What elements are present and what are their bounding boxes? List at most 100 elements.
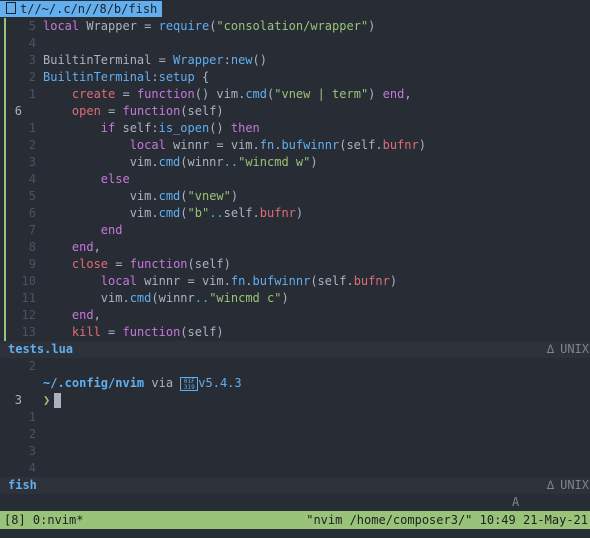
- code-line[interactable]: 13 kill = function(self): [0, 324, 590, 341]
- code-token: bufnr: [382, 138, 419, 152]
- code-token: end: [71, 240, 94, 254]
- code-token: cmd: [158, 206, 181, 220]
- code-token: (self): [180, 325, 224, 339]
- code-token: end: [382, 87, 405, 101]
- code-token: (self.: [310, 274, 354, 288]
- code-token: local: [100, 274, 137, 288]
- code-line[interactable]: 10 local winnr = vim.fn.bufwinnr(self.bu…: [0, 273, 590, 290]
- lua-icon: 01F 319: [180, 376, 199, 391]
- command-line[interactable]: A: [0, 494, 590, 511]
- code-line[interactable]: 4 else: [0, 171, 590, 188]
- code-line[interactable]: 3 BuiltinTerminal = Wrapper:new(): [0, 52, 590, 69]
- code-token: function: [129, 257, 188, 271]
- code-token: (): [209, 121, 231, 135]
- code-text: kill = function(self): [43, 324, 224, 341]
- code-line[interactable]: 2 BuiltinTerminal:setup {: [0, 69, 590, 86]
- code-token: BuiltinTerminal =: [43, 53, 174, 67]
- code-token: BuiltinTerminal: [43, 70, 152, 84]
- terminal-pane[interactable]: 2 ~/.config/nvim via 01F 319 v5.4.3 3 ❯ 1 2 3 4: [0, 358, 590, 477]
- code-token: ..: [194, 291, 210, 305]
- code-line[interactable]: 11 vim.cmd(winnr.."wincmd c"): [0, 290, 590, 307]
- code-text: BuiltinTerminal = Wrapper:new(): [43, 52, 267, 69]
- code-token: "b": [187, 206, 210, 220]
- code-token: cmd: [129, 291, 152, 305]
- code-line[interactable]: 6 vim.cmd("b"..self.bufnr): [0, 205, 590, 222]
- line-number: 2: [28, 427, 36, 441]
- code-text: if self:is_open() then: [43, 120, 260, 137]
- tmux-window-list[interactable]: [8] 0:nvim*: [4, 511, 83, 529]
- line-number: 11: [21, 291, 36, 305]
- delta-icon: ∆: [546, 342, 555, 356]
- code-line[interactable]: 6 open = function(self): [0, 103, 590, 120]
- tab-active[interactable]: t//~/.c/n//8/b/fish: [0, 1, 162, 17]
- code-token: self:: [115, 121, 159, 135]
- code-token: .: [245, 274, 253, 288]
- line-number: 1: [28, 410, 36, 424]
- fileformat-label: UNIX: [560, 478, 589, 492]
- statusline-filename: tests.lua: [8, 342, 74, 356]
- code-token: local: [43, 19, 80, 33]
- code-token: cmd: [245, 87, 268, 101]
- code-token: "vnew": [187, 189, 231, 203]
- code-token: if: [100, 121, 116, 135]
- code-line[interactable]: 8 end,: [0, 239, 590, 256]
- code-token: () vim.: [194, 87, 246, 101]
- prompt-arrow-icon: ❯: [43, 393, 51, 407]
- code-token: ..: [209, 206, 224, 220]
- code-token: end: [100, 223, 123, 237]
- line-number: 4: [28, 461, 36, 475]
- terminal-line: 4: [0, 460, 590, 477]
- code-token: {: [194, 70, 210, 84]
- line-number: 3: [28, 53, 36, 67]
- code-token: open: [71, 104, 101, 118]
- code-line[interactable]: 5 local Wrapper = require("consolation/wr…: [0, 18, 590, 35]
- code-token: =: [100, 104, 123, 118]
- code-token: bufnr: [353, 274, 390, 288]
- editor-pane[interactable]: 5 local Wrapper = require("consolation/wr…: [0, 18, 590, 341]
- code-line[interactable]: 4: [0, 35, 590, 52]
- code-line[interactable]: 9 close = function(self): [0, 256, 590, 273]
- code-text: open = function(self): [43, 103, 224, 120]
- code-text: vim.cmd(winnr.."wincmd c"): [43, 290, 289, 307]
- code-token: =: [100, 325, 123, 339]
- code-line[interactable]: 2 local winnr = vim.fn.bufwinnr(self.buf…: [0, 137, 590, 154]
- code-line[interactable]: 7 end: [0, 222, 590, 239]
- code-token: winnr = vim.: [165, 138, 260, 152]
- code-token: ): [230, 189, 239, 203]
- code-text: vim.cmd("vnew"): [43, 188, 238, 205]
- code-token: =: [108, 257, 130, 271]
- code-token: function: [122, 325, 181, 339]
- shell-input-line[interactable]: 3 ❯: [0, 392, 590, 409]
- line-number: 6: [28, 206, 36, 220]
- code-token: ): [418, 138, 426, 152]
- code-text: vim.cmd(winnr.."wincmd w"): [43, 154, 318, 171]
- terminal-icon: [6, 2, 16, 14]
- code-token: ): [310, 155, 318, 169]
- line-number: 3: [28, 444, 36, 458]
- tab-bar: t//~/.c/n//8/b/fish: [0, 0, 590, 18]
- line-number: 9: [28, 257, 36, 271]
- terminal-line: 3: [0, 443, 590, 460]
- code-token: require: [158, 19, 210, 33]
- code-token: else: [100, 172, 130, 186]
- code-line[interactable]: 5 vim.cmd("vnew"): [0, 188, 590, 205]
- code-line[interactable]: 12 end,: [0, 307, 590, 324]
- code-token: function: [122, 104, 181, 118]
- code-line[interactable]: 3 vim.cmd(winnr.."wincmd w"): [0, 154, 590, 171]
- code-token: ,: [93, 308, 101, 322]
- code-line[interactable]: 1 create = function() vim.cmd("vnew | te…: [0, 86, 590, 103]
- text-cursor[interactable]: [54, 393, 62, 408]
- code-token: local: [129, 138, 166, 152]
- code-token: (: [180, 206, 188, 220]
- code-text: end,: [43, 239, 101, 256]
- code-token: fn: [259, 138, 275, 152]
- line-number: 7: [28, 223, 36, 237]
- code-token: new: [230, 53, 253, 67]
- code-line[interactable]: 1 if self:is_open() then: [0, 120, 590, 137]
- code-token: (self): [180, 104, 224, 118]
- line-number: 4: [28, 36, 36, 50]
- prompt-path: ~/.config/nvim: [43, 376, 145, 390]
